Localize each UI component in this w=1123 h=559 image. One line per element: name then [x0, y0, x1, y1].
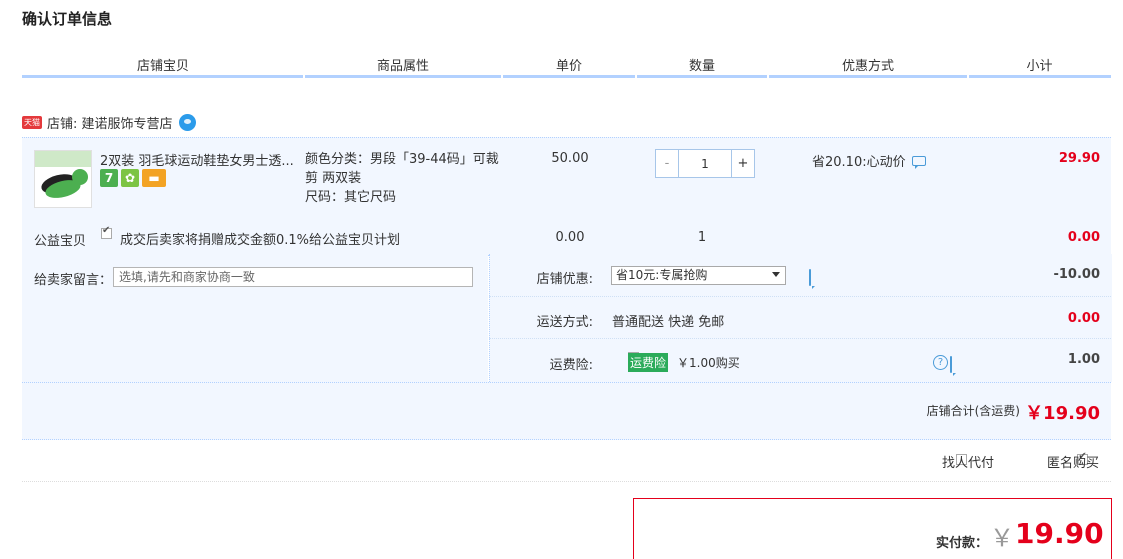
guarantee-icon[interactable]: ✿: [121, 169, 139, 187]
shipping-amount: 0.00: [1067, 311, 1100, 326]
proxy-pay-label[interactable]: 找人代付: [942, 452, 994, 471]
help-icon[interactable]: ?: [933, 355, 948, 370]
attr-color: 颜色分类：男段「39-44码」可裁: [305, 152, 499, 167]
shop-label: 店铺:: [47, 116, 78, 132]
col-header-subtotal: 小计: [1026, 59, 1053, 74]
shop-row: 天猫 店铺: 建诺服饰专营店: [22, 112, 196, 132]
shipping-method: 普通配送 快递 免邮: [612, 315, 725, 330]
col-header-quantity: 数量: [688, 59, 715, 74]
shop-discount-label: 店铺优惠:: [536, 272, 593, 287]
qty-input[interactable]: [679, 150, 731, 177]
chevron-down-icon: [772, 272, 780, 277]
credit-card-icon[interactable]: ▬: [142, 169, 166, 187]
shop-discount-select[interactable]: 省10元:专属抢购: [611, 266, 786, 285]
insurance-amount: 1.00: [1067, 352, 1100, 367]
product-thumbnail[interactable]: [34, 150, 92, 208]
insurance-price: ￥1.00购买: [677, 356, 740, 370]
promo-info: 省20.10:心动价: [812, 151, 926, 170]
payment-currency: ￥: [990, 524, 1014, 552]
tmall-icon: 天猫: [22, 115, 42, 129]
quantity-stepper: - +: [655, 149, 755, 178]
comment-icon[interactable]: [911, 155, 926, 169]
seller-message-input[interactable]: 选填,请先和商家协商一致: [113, 267, 473, 287]
unit-price: 50.00: [551, 151, 589, 166]
col-header-discount: 优惠方式: [841, 59, 894, 74]
charity-qty: 1: [697, 230, 707, 245]
item-subtotal: 29.90: [1058, 151, 1100, 166]
shop-name-link[interactable]: 建诺服饰专营店: [82, 113, 173, 132]
service-icons: 7 ✿ ▬: [100, 169, 166, 187]
attr-color-cont: 剪 两双装: [305, 171, 362, 186]
col-header-attributes: 商品属性: [376, 59, 429, 74]
product-title-link[interactable]: 2双装 羽毛球运动鞋垫女男士透...: [100, 150, 298, 169]
col-header-shop-item: 店铺宝贝: [136, 59, 189, 74]
page-title: 确认订单信息: [22, 10, 113, 28]
charity-price: 0.00: [555, 230, 585, 245]
qty-increase-button[interactable]: +: [731, 150, 754, 177]
shipping-label: 运送方式:: [536, 315, 593, 330]
charity-text: 成交后卖家将捐赠成交金额0.1%给公益宝贝计划: [120, 233, 401, 248]
seven-day-return-icon[interactable]: 7: [100, 169, 118, 187]
payment-amount: 19.90: [1015, 517, 1104, 550]
header-divider: [22, 75, 1111, 78]
charity-checkbox[interactable]: [101, 225, 112, 239]
attr-size: 尺码：其它尺码: [305, 190, 397, 205]
charity-label: 公益宝贝: [34, 234, 87, 249]
qty-decrease-button[interactable]: -: [656, 150, 679, 177]
anonymous-label[interactable]: 匿名购买: [1047, 452, 1099, 471]
shop-discount-value: 省10元:专属抢购: [616, 268, 708, 282]
shop-total-label: 店铺合计(含运费): [926, 404, 1020, 418]
payment-label: 实付款：: [936, 536, 989, 551]
insurance-badge: 运费险: [628, 353, 669, 372]
insurance-label: 运费险:: [549, 358, 593, 373]
comment-icon[interactable]: [950, 356, 953, 373]
charity-subtotal: 0.00: [1067, 230, 1100, 245]
wangwang-chat-icon[interactable]: [178, 113, 196, 131]
comment-icon[interactable]: [809, 269, 812, 286]
message-label: 给卖家留言：: [34, 273, 113, 288]
shop-discount-amount: -10.00: [1053, 267, 1100, 282]
promo-text: 省20.10:心动价: [812, 155, 906, 170]
shop-total-amount: ￥19.90: [1025, 403, 1100, 424]
col-header-unit-price: 单价: [555, 59, 582, 74]
